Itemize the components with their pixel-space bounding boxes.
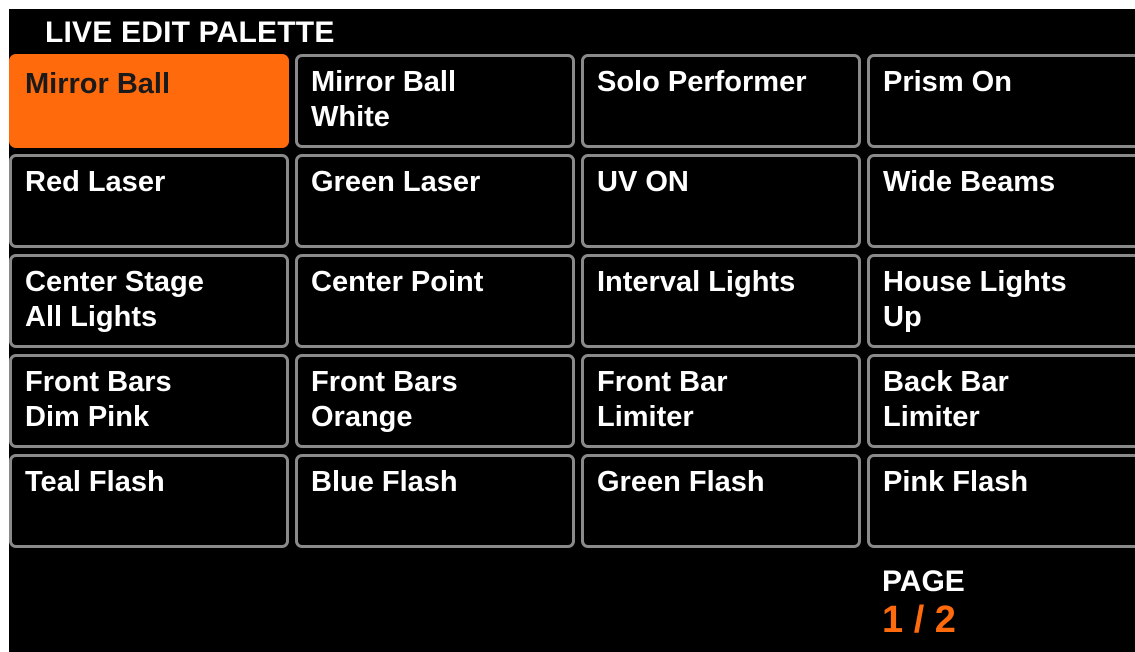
palette-button[interactable]: Prism On xyxy=(867,54,1135,148)
page-number: 1 / 2 xyxy=(882,599,956,641)
palette-button-label: Interval Lights xyxy=(597,266,796,298)
live-edit-palette-screen: LIVE EDIT PALETTE Mirror Ball Mirror Bal… xyxy=(9,9,1135,652)
palette-button-label: Mirror Ball White xyxy=(311,66,457,133)
palette-button[interactable]: Teal Flash xyxy=(9,454,289,548)
palette-button-label: Green Laser xyxy=(311,166,481,198)
palette-button-label: Green Flash xyxy=(597,466,765,498)
palette-button[interactable]: Interval Lights xyxy=(581,254,861,348)
page-indicator: PAGE 1 / 2 xyxy=(882,565,965,641)
page-label: PAGE xyxy=(882,565,965,598)
palette-button-label: Front Bars Dim Pink xyxy=(25,366,172,433)
palette-button-label: Back Bar Limiter xyxy=(883,366,1009,433)
palette-button[interactable]: Green Flash xyxy=(581,454,861,548)
palette-button-label: Teal Flash xyxy=(25,466,165,498)
palette-button-label: Center Point xyxy=(311,266,484,298)
palette-button[interactable]: Front Bars Dim Pink xyxy=(9,354,289,448)
palette-button-label: Front Bars Orange xyxy=(311,366,458,433)
palette-button[interactable]: Front Bars Orange xyxy=(295,354,575,448)
palette-button[interactable]: Blue Flash xyxy=(295,454,575,548)
palette-button-label: House Lights Up xyxy=(883,266,1067,333)
palette-grid: Mirror Ball Mirror Ball White Solo Perfo… xyxy=(9,54,1135,548)
palette-button-label: Prism On xyxy=(883,66,1012,98)
palette-button[interactable]: Back Bar Limiter xyxy=(867,354,1135,448)
palette-button-label: Blue Flash xyxy=(311,466,458,498)
palette-button-label: Red Laser xyxy=(25,166,166,198)
palette-button-label: Front Bar Limiter xyxy=(597,366,728,433)
palette-button[interactable]: Pink Flash xyxy=(867,454,1135,548)
palette-button[interactable]: Solo Performer xyxy=(581,54,861,148)
palette-button-label: Solo Performer xyxy=(597,66,807,98)
palette-button-label: Mirror Ball xyxy=(25,68,171,100)
palette-button[interactable]: Front Bar Limiter xyxy=(581,354,861,448)
palette-button[interactable]: Mirror Ball White xyxy=(295,54,575,148)
palette-button-label: UV ON xyxy=(597,166,689,198)
palette-button[interactable]: Wide Beams xyxy=(867,154,1135,248)
palette-button-active[interactable]: Mirror Ball xyxy=(9,54,289,148)
palette-button[interactable]: Red Laser xyxy=(9,154,289,248)
palette-button[interactable]: House Lights Up xyxy=(867,254,1135,348)
palette-button[interactable]: Center Point xyxy=(295,254,575,348)
palette-button-label: Wide Beams xyxy=(883,166,1056,198)
palette-button[interactable]: Green Laser xyxy=(295,154,575,248)
palette-button-label: Pink Flash xyxy=(883,466,1029,498)
palette-title: LIVE EDIT PALETTE xyxy=(45,16,335,49)
palette-button[interactable]: Center Stage All Lights xyxy=(9,254,289,348)
palette-button[interactable]: UV ON xyxy=(581,154,861,248)
palette-button-label: Center Stage All Lights xyxy=(25,266,204,333)
